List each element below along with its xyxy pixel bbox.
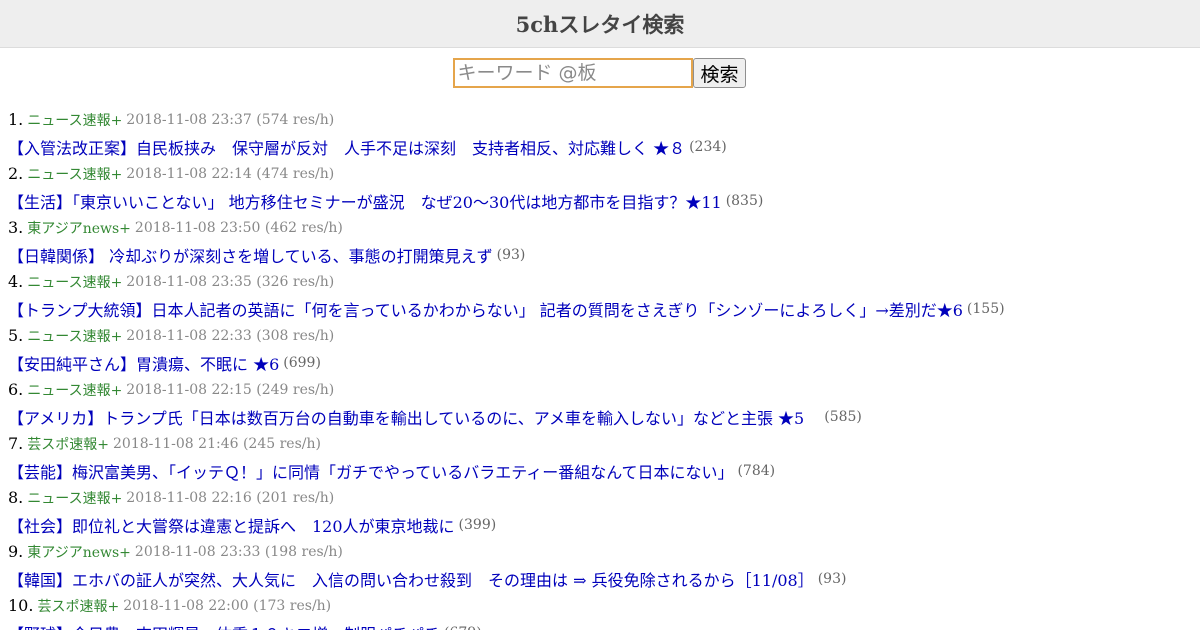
result-title-row: 【入管法改正案】自民板挟み 保守層が反対 人手不足は深刻 支持者相反、対応難しく… [8, 133, 1200, 160]
result-title-row: 【トランプ大統領】日本人記者の英語に「何を言っているかわからない」 記者の質問を… [8, 295, 1200, 322]
result-board-link[interactable]: ニュース速報+ [27, 488, 122, 508]
result-title-row: 【韓国】エホバの証人が突然、大人気に 入信の問い合わせ殺到 その理由は ⇒ 兵役… [8, 565, 1200, 592]
result-count: (93) [496, 246, 526, 263]
result-title-row: 【芸能】梅沢富美男、「イッテＱ！」に同情「ガチでやっているバラエティー番組なんて… [8, 457, 1200, 484]
result-title-link[interactable]: 【韓国】エホバの証人が突然、大人気に 入信の問い合わせ殺到 その理由は ⇒ 兵役… [8, 567, 814, 591]
result-title-link[interactable]: 【日韓関係】 冷却ぶりが深刻さを増している、事態の打開策見えず [8, 243, 493, 267]
result-rank: 5. [8, 326, 24, 345]
result-title-link[interactable]: 【安田純平さん】胃潰瘍、不眠に ★6 [8, 351, 279, 375]
result-rank: 1. [8, 110, 24, 129]
result-board-link[interactable]: 東アジアnews+ [27, 542, 131, 562]
result-meta-row: 4. ニュース速報+ 2018-11-08 23:35 (326 res/h) [8, 268, 1200, 295]
result-board-link[interactable]: ニュース速報+ [27, 326, 122, 346]
result-rank: 7. [8, 434, 24, 453]
result-timestamp-rate: 2018-11-08 21:46 (245 res/h) [113, 435, 321, 452]
search-button[interactable]: 検索 [693, 58, 746, 88]
result-meta-row: 7. 芸スポ速報+ 2018-11-08 21:46 (245 res/h) [8, 430, 1200, 457]
result-board-link[interactable]: ニュース速報+ [27, 272, 122, 292]
result-rank: 3. [8, 218, 24, 237]
result-timestamp-rate: 2018-11-08 22:33 (308 res/h) [126, 327, 335, 344]
result-title-row: 【社会】即位礼と大嘗祭は違憲と提訴へ 120人が東京地裁に (399) [8, 511, 1200, 538]
result-timestamp-rate: 2018-11-08 22:14 (474 res/h) [126, 165, 335, 182]
page-title: 5chスレタイ検索 [515, 11, 685, 37]
result-board-link[interactable]: 東アジアnews+ [27, 218, 131, 238]
result-rank: 9. [8, 542, 24, 561]
result-count: (679) [444, 625, 482, 630]
result-timestamp-rate: 2018-11-08 22:15 (249 res/h) [126, 381, 335, 398]
result-rank: 4. [8, 272, 24, 291]
result-title-row: 【アメリカ】トランプ氏「日本は数百万台の自動車を輸出しているのに、アメ車を輸入し… [8, 403, 1200, 430]
result-title-row: 【生活】「東京いいことない」 地方移住セミナーが盛況 なぜ20～30代は地方都市… [8, 187, 1200, 214]
result-count: (234) [689, 138, 727, 155]
result-timestamp-rate: 2018-11-08 22:00 (173 res/h) [123, 597, 332, 614]
result-count: (699) [283, 354, 321, 371]
result-timestamp-rate: 2018-11-08 22:16 (201 res/h) [126, 489, 335, 506]
result-meta-row: 10. 芸スポ速報+ 2018-11-08 22:00 (173 res/h) [8, 592, 1200, 619]
result-title-link[interactable]: 【生活】「東京いいことない」 地方移住セミナーが盛況 なぜ20～30代は地方都市… [8, 189, 722, 213]
result-count: (399) [458, 516, 497, 533]
result-rank: 2. [8, 164, 24, 183]
result-title-row: 【日韓関係】 冷却ぶりが深刻さを増している、事態の打開策見えず (93) [8, 241, 1200, 268]
result-timestamp-rate: 2018-11-08 23:50 (462 res/h) [134, 219, 343, 236]
result-count: (585) [824, 408, 862, 425]
result-meta-row: 3. 東アジアnews+ 2018-11-08 23:50 (462 res/h) [8, 214, 1200, 241]
result-meta-row: 1. ニュース速報+ 2018-11-08 23:37 (574 res/h) [8, 106, 1200, 133]
result-board-link[interactable]: 芸スポ速報+ [37, 596, 119, 616]
result-timestamp-rate: 2018-11-08 23:35 (326 res/h) [126, 273, 335, 290]
result-timestamp-rate: 2018-11-08 23:33 (198 res/h) [134, 543, 343, 560]
search-input[interactable] [453, 58, 694, 88]
result-board-link[interactable]: ニュース速報+ [27, 110, 122, 130]
result-board-link[interactable]: 芸スポ速報+ [27, 434, 109, 454]
results-list: 1. ニュース速報+ 2018-11-08 23:37 (574 res/h) 【入管… [0, 106, 1200, 630]
result-rank: 8. [8, 488, 24, 507]
result-board-link[interactable]: ニュース速報+ [27, 164, 122, 184]
result-meta-row: 8. ニュース速報+ 2018-11-08 22:16 (201 res/h) [8, 484, 1200, 511]
result-count: (835) [725, 192, 764, 209]
result-board-link[interactable]: ニュース速報+ [27, 380, 122, 400]
result-title-link[interactable]: 【野球】今日豊 吉田輝星 体重１０キロ増 制服パチパチ [8, 621, 440, 630]
result-title-row: 【安田純平さん】胃潰瘍、不眠に ★6 (699) [8, 349, 1200, 376]
result-count: (93) [817, 570, 847, 587]
result-title-link[interactable]: 【芸能】梅沢富美男、「イッテＱ！」に同情「ガチでやっているバラエティー番組なんて… [8, 459, 733, 483]
result-count: (155) [966, 300, 1005, 317]
result-title-row: 【野球】今日豊 吉田輝星 体重１０キロ増 制服パチパチ (679) [8, 619, 1200, 630]
result-rank: 10. [8, 596, 34, 615]
result-title-link[interactable]: 【トランプ大統領】日本人記者の英語に「何を言っているかわからない」 記者の質問を… [8, 297, 963, 321]
result-title-link[interactable]: 【アメリカ】トランプ氏「日本は数百万台の自動車を輸出しているのに、アメ車を輸入し… [8, 405, 820, 429]
search-bar: 検索 [0, 48, 1200, 106]
page-header: 5chスレタイ検索 [0, 0, 1200, 48]
result-timestamp-rate: 2018-11-08 23:37 (574 res/h) [126, 111, 335, 128]
result-rank: 6. [8, 380, 24, 399]
result-count: (784) [737, 462, 776, 479]
result-meta-row: 9. 東アジアnews+ 2018-11-08 23:33 (198 res/h) [8, 538, 1200, 565]
result-meta-row: 2. ニュース速報+ 2018-11-08 22:14 (474 res/h) [8, 160, 1200, 187]
result-title-link[interactable]: 【社会】即位礼と大嘗祭は違憲と提訴へ 120人が東京地裁に [8, 513, 455, 537]
result-title-link[interactable]: 【入管法改正案】自民板挟み 保守層が反対 人手不足は深刻 支持者相反、対応難しく… [8, 135, 685, 159]
result-meta-row: 5. ニュース速報+ 2018-11-08 22:33 (308 res/h) [8, 322, 1200, 349]
result-meta-row: 6. ニュース速報+ 2018-11-08 22:15 (249 res/h) [8, 376, 1200, 403]
